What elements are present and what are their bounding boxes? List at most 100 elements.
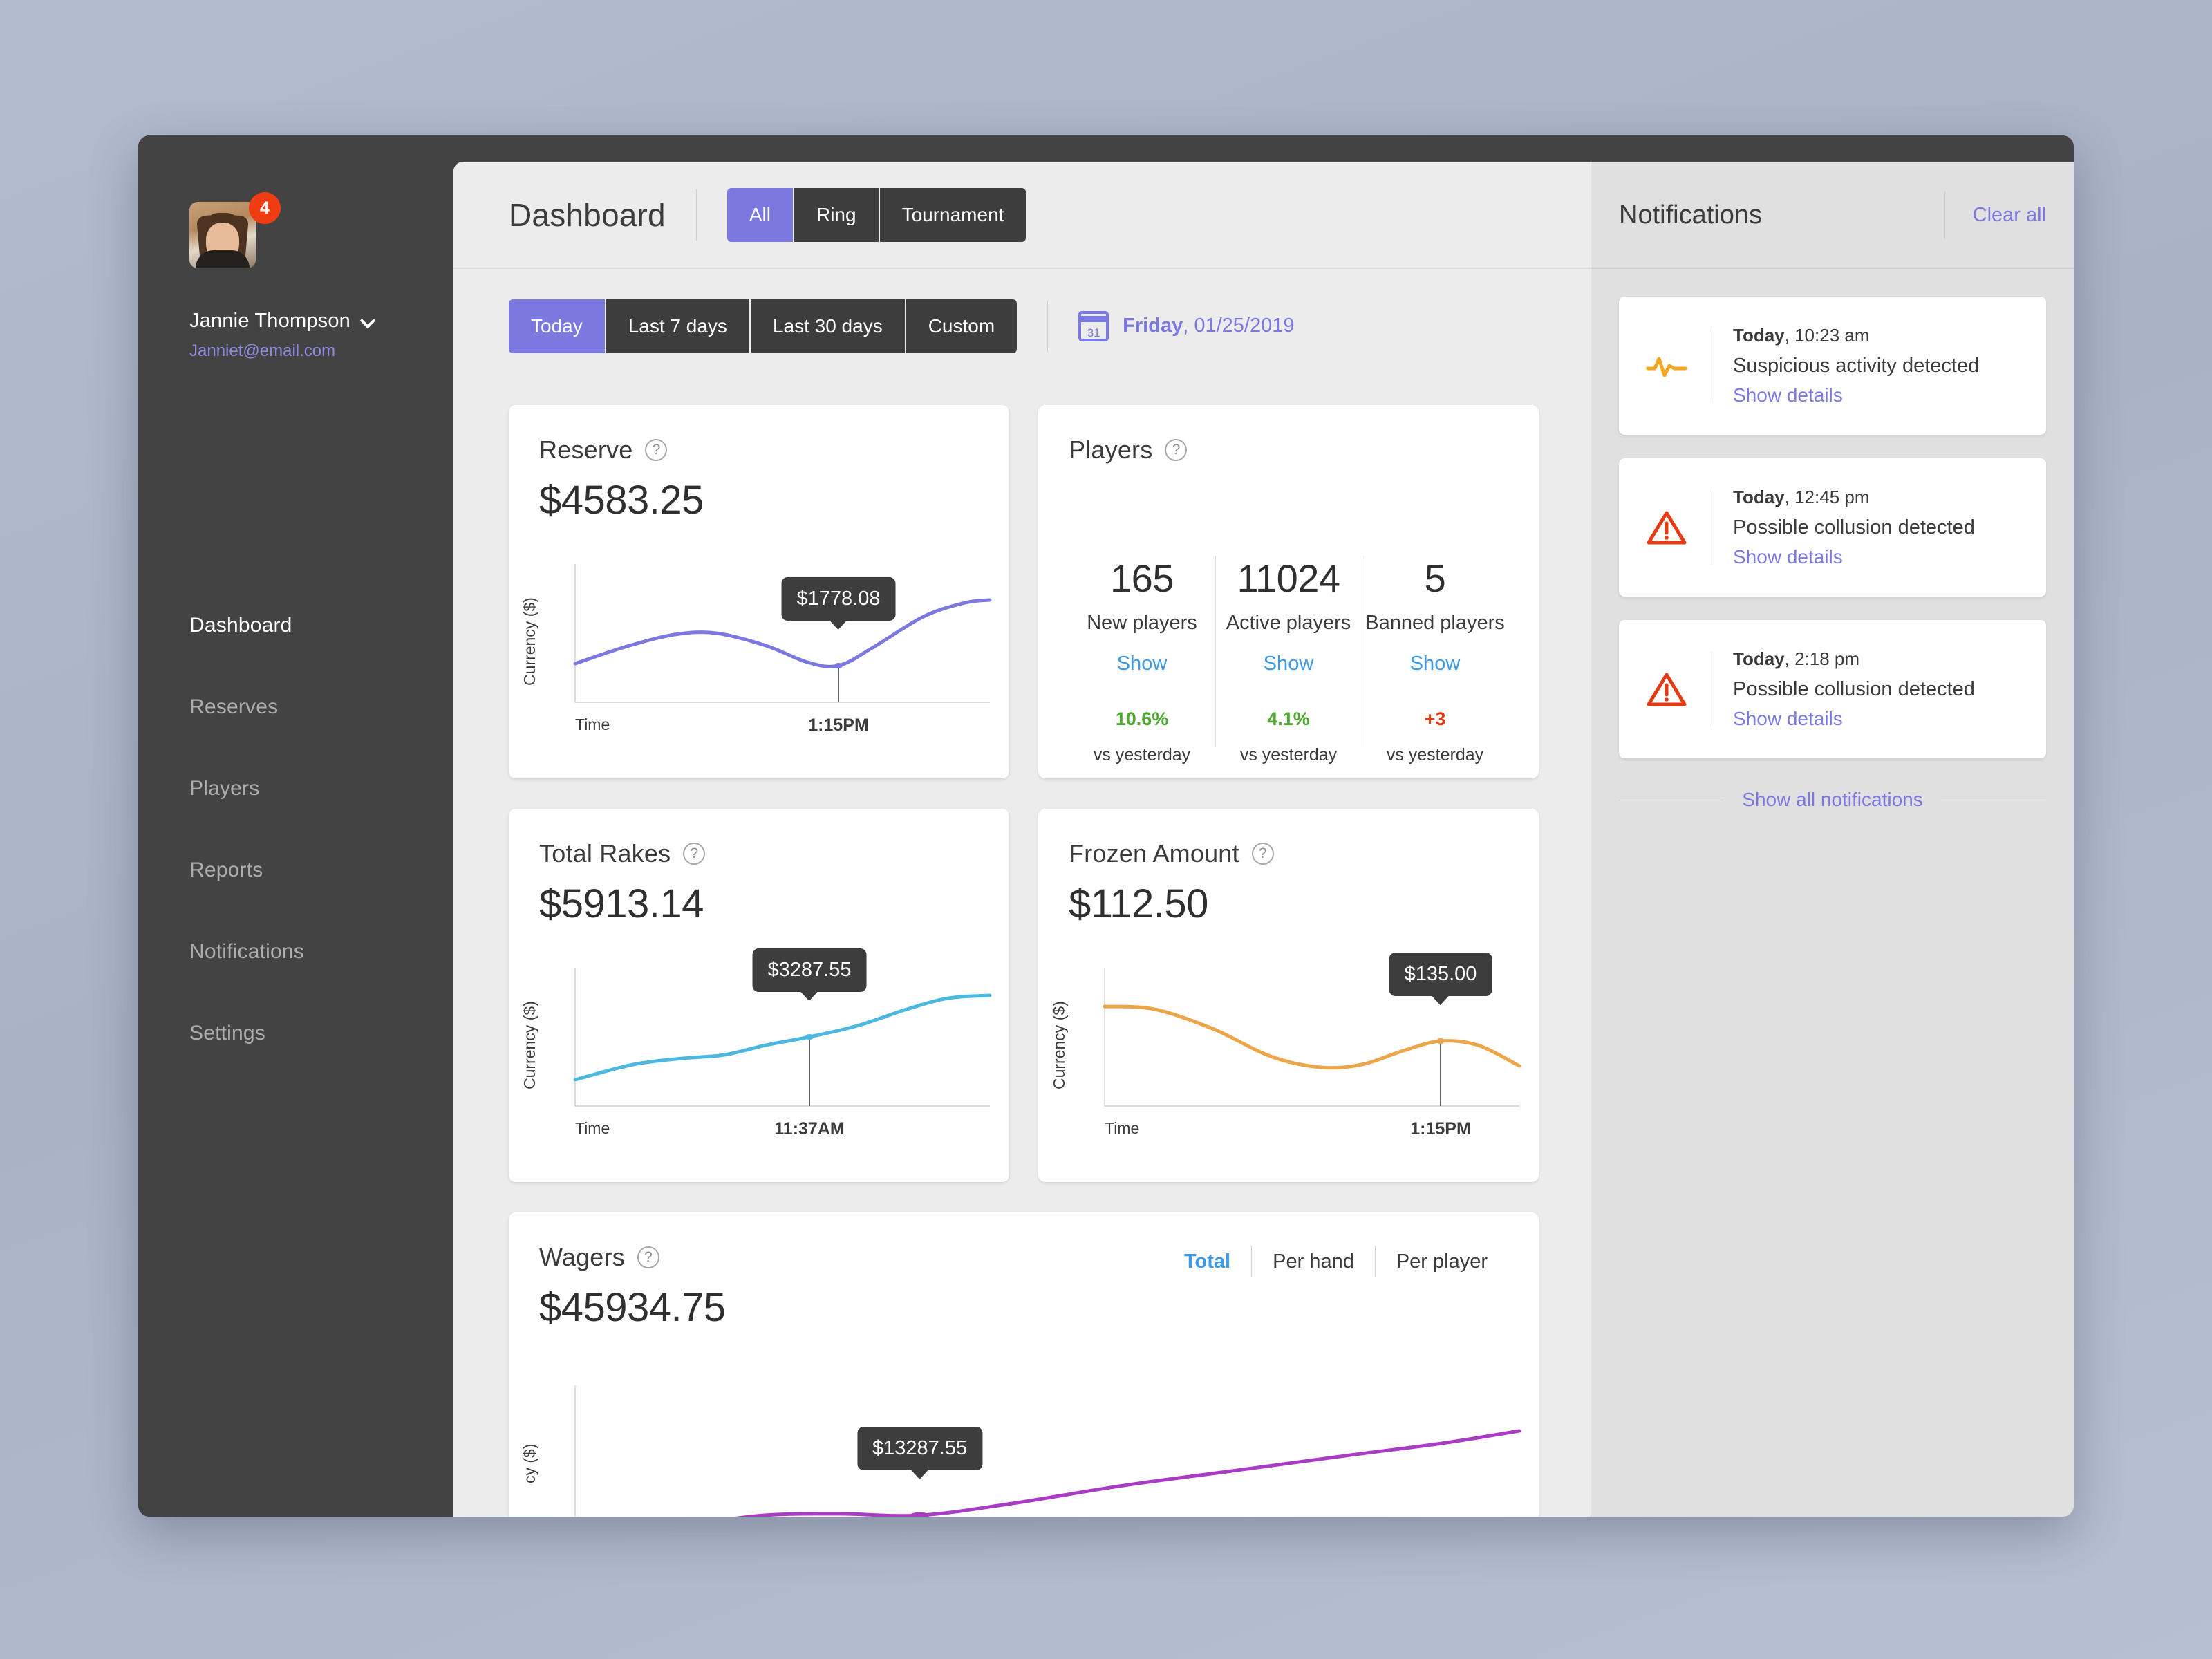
tab-per-player[interactable]: Per player (1376, 1250, 1508, 1273)
sidebar-item-reserves[interactable]: Reserves (138, 666, 453, 748)
help-icon[interactable]: ? (683, 843, 706, 865)
tab-today[interactable]: Today (509, 299, 606, 353)
notification-day: Today (1733, 648, 1785, 669)
tab-last-30-days[interactable]: Last 30 days (750, 299, 906, 353)
help-icon[interactable]: ? (1251, 843, 1274, 865)
show-link[interactable]: Show (1117, 653, 1168, 675)
divider (695, 189, 697, 241)
x-axis-point-label: 11:37AM (774, 1119, 845, 1138)
wagers-tabs: Total Per hand Per player (1163, 1246, 1508, 1277)
date-day: Friday (1123, 315, 1183, 337)
cards-row-2: Total Rakes ? $5913.14 Currency ($) Time… (509, 809, 1539, 1182)
card-header: Total Rakes ? (509, 809, 1009, 868)
stat-number: 165 (1110, 556, 1174, 600)
notification-item[interactable]: Today, 2:18 pm Possible collusion detect… (1619, 620, 2046, 758)
help-icon[interactable]: ? (645, 439, 668, 461)
divider (1944, 191, 1945, 238)
app-window: 4 Jannie Thompson Janniet@email.com Dash… (138, 135, 2074, 1517)
stat-number: 5 (1424, 556, 1446, 600)
content-panel: Dashboard All Ring Tournament Today Last… (453, 162, 2074, 1517)
notification-body: Today, 2:18 pm Possible collusion detect… (1733, 648, 2023, 730)
avatar-block[interactable]: 4 (189, 192, 281, 268)
rakes-chart: Currency ($) Time 11:37AM $3287.55 (521, 948, 990, 1143)
reserve-chart: Currency ($) Time 1:15PM $1778.08 (521, 564, 990, 740)
reserve-value: $4583.25 (539, 478, 704, 523)
tab-all[interactable]: All (727, 188, 794, 242)
notification-message: Possible collusion detected (1733, 678, 1975, 700)
tab-last-7-days[interactable]: Last 7 days (606, 299, 751, 353)
tab-total[interactable]: Total (1163, 1250, 1251, 1273)
show-details-link[interactable]: Show details (1733, 546, 2023, 568)
notification-item[interactable]: Today, 12:45 pm Possible collusion detec… (1619, 458, 2046, 597)
notifications-header: Notifications Clear all (1591, 162, 2074, 269)
tab-ring[interactable]: Ring (794, 188, 880, 242)
frozen-chart: Currency ($) Time 1:15PM $135.00 (1050, 953, 1519, 1143)
sidebar-item-reports[interactable]: Reports (138, 830, 453, 911)
y-axis-label: Currency ($) (521, 597, 538, 686)
notification-clock: , 2:18 pm (1784, 648, 1860, 669)
user-name: Jannie Thompson (189, 310, 351, 332)
show-link[interactable]: Show (1410, 653, 1461, 675)
card-header: Players ? (1038, 405, 1539, 465)
card-title: Players (1069, 435, 1153, 464)
date-value: , 01/25/2019 (1183, 315, 1295, 337)
notification-time: Today, 12:45 pm (1733, 487, 2023, 508)
sidebar-item-settings[interactable]: Settings (138, 993, 453, 1074)
chart-tooltip: $13287.55 (857, 1427, 983, 1471)
chart-tooltip: $3287.55 (752, 948, 867, 992)
cards-row-1: Reserve ? $4583.25 Currency ($) Time 1:1… (509, 405, 1539, 778)
stat-banned-players: 5 Banned players Show +3 vs yesterday (1362, 556, 1508, 765)
help-icon[interactable]: ? (1165, 439, 1188, 461)
wagers-card: Wagers ? Total Per hand Per player $4593… (509, 1212, 1539, 1517)
players-card: Players ? 165 New players Show 10.6% vs … (1038, 405, 1539, 778)
tab-tournament[interactable]: Tournament (879, 188, 1027, 242)
sidebar-item-dashboard[interactable]: Dashboard (138, 585, 453, 666)
x-axis-label: Time (575, 715, 610, 733)
main-column: Dashboard All Ring Tournament Today Last… (453, 162, 1591, 1517)
clear-all-button[interactable]: Clear all (1973, 204, 2046, 227)
help-icon[interactable]: ? (637, 1246, 659, 1268)
card-header: Frozen Amount ? (1038, 809, 1539, 868)
divider (1047, 300, 1049, 352)
stat-active-players: 11024 Active players Show 4.1% vs yester… (1215, 556, 1362, 765)
sidebar-item-players[interactable]: Players (138, 748, 453, 830)
date-text: Friday, 01/25/2019 (1123, 315, 1294, 337)
wagers-chart: cy ($) $13287.55 (521, 1385, 1519, 1517)
warning-icon (1642, 671, 1691, 707)
show-details-link[interactable]: Show details (1733, 384, 2023, 406)
reserve-card: Reserve ? $4583.25 Currency ($) Time 1:1… (509, 405, 1009, 778)
topbar: Dashboard All Ring Tournament (453, 162, 1591, 269)
game-type-tabs: All Ring Tournament (727, 188, 1027, 242)
stat-label: New players (1087, 612, 1197, 634)
tab-per-hand[interactable]: Per hand (1252, 1250, 1375, 1273)
stat-label: Active players (1226, 612, 1351, 634)
x-axis-point-label: 1:15PM (808, 715, 869, 735)
sidebar-nav: Dashboard Reserves Players Reports Notif… (138, 585, 453, 1074)
stat-delta: 10.6% (1115, 709, 1169, 729)
avatar (189, 202, 256, 268)
y-axis-label: Currency ($) (1050, 1001, 1068, 1089)
notification-message: Suspicious activity detected (1733, 355, 1980, 377)
filter-bar: Today Last 7 days Last 30 days Custom 31… (453, 269, 1591, 383)
user-email: Janniet@email.com (189, 341, 336, 360)
show-all-link[interactable]: Show all notifications (1742, 789, 1922, 811)
notification-item[interactable]: Today, 10:23 am Suspicious activity dete… (1619, 297, 2046, 435)
warning-icon (1642, 509, 1691, 545)
user-menu[interactable]: Jannie Thompson (189, 310, 374, 332)
notification-body: Today, 12:45 pm Possible collusion detec… (1733, 487, 2023, 568)
notification-body: Today, 10:23 am Suspicious activity dete… (1733, 325, 2023, 406)
show-details-link[interactable]: Show details (1733, 708, 2023, 730)
card-title: Frozen Amount (1069, 839, 1239, 868)
show-link[interactable]: Show (1264, 653, 1314, 675)
card-title: Total Rakes (539, 839, 671, 868)
notifications-panel: Notifications Clear all Today, 10:23 am … (1591, 162, 2074, 1517)
date-range-tabs: Today Last 7 days Last 30 days Custom (509, 299, 1018, 353)
notification-time: Today, 10:23 am (1733, 325, 2023, 346)
stat-vs: vs yesterday (1093, 745, 1191, 765)
card-title: Reserve (539, 435, 633, 464)
stat-delta: +3 (1424, 709, 1446, 729)
selected-date[interactable]: 31 Friday, 01/25/2019 (1078, 310, 1294, 341)
y-axis-label: Currency ($) (521, 1001, 538, 1089)
sidebar-item-notifications[interactable]: Notifications (138, 911, 453, 993)
tab-custom[interactable]: Custom (906, 299, 1018, 353)
